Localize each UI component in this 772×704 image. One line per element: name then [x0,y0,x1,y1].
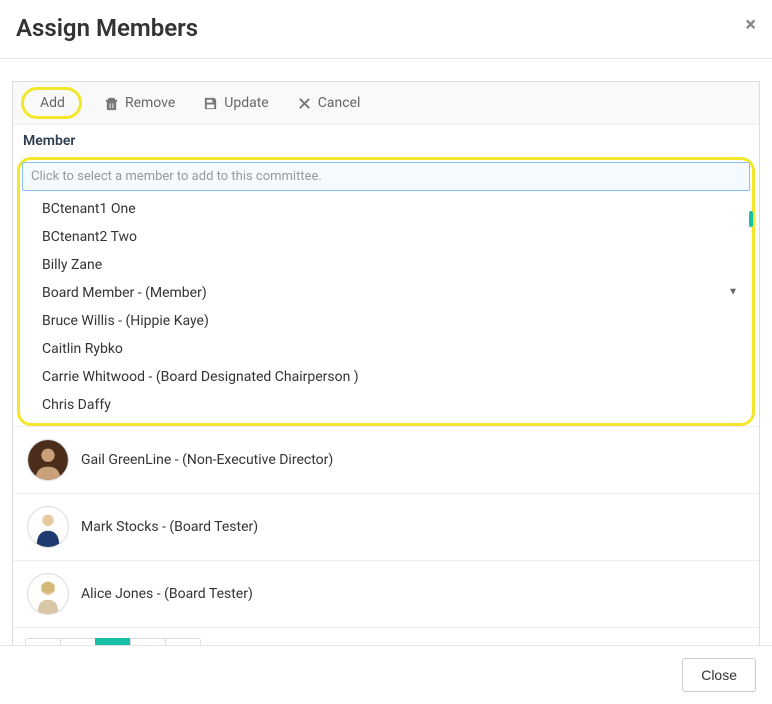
member-row[interactable]: Alice Jones - (Board Tester) [13,561,759,627]
page-title: Assign Members [16,14,756,42]
member-row[interactable]: Mark Stocks - (Board Tester) [13,494,759,561]
x-icon [297,96,312,111]
chevron-down-icon: ▼ [728,286,738,297]
add-label: Add [40,95,65,111]
remove-label: Remove [125,95,175,111]
member-dropdown: BCtenant1 One BCtenant2 Two Billy Zane B… [22,191,750,421]
save-icon [203,96,218,111]
dropdown-option[interactable]: BCtenant1 One [22,195,750,223]
update-button[interactable]: Update [203,95,268,111]
dropdown-option[interactable]: Carrie Whitwood - (Board Designated Chai… [22,363,750,391]
members-grid: Add Remove Update Cancel Member Click to… [12,81,760,685]
member-row[interactable]: Gail GreenLine - (Non-Executive Director… [13,427,759,494]
dropdown-option[interactable]: Board Member - (Member) [22,279,750,307]
scrollbar-thumb[interactable] [749,211,753,227]
close-button[interactable]: Close [682,658,756,692]
member-select[interactable]: Click to select a member to add to this … [17,157,755,426]
member-select-placeholder[interactable]: Click to select a member to add to this … [22,162,750,191]
remove-button[interactable]: Remove [104,95,175,111]
member-label: Gail GreenLine - (Non-Executive Director… [81,452,333,468]
close-icon[interactable]: × [745,12,756,36]
avatar [27,573,69,615]
cancel-label: Cancel [318,95,361,111]
dropdown-option[interactable]: Billy Zane [22,251,750,279]
dropdown-option[interactable]: Bruce Willis - (Hippie Kaye) [22,307,750,335]
column-header-member: Member [13,125,759,157]
grid-toolbar: Add Remove Update Cancel [13,82,759,125]
avatar [27,439,69,481]
dropdown-option[interactable]: Chris Daffy [22,391,750,419]
trash-icon [104,96,119,111]
member-label: Mark Stocks - (Board Tester) [81,519,258,535]
member-list: Gail GreenLine - (Non-Executive Director… [13,426,759,627]
avatar [27,506,69,548]
cancel-button[interactable]: Cancel [297,95,361,111]
dropdown-option[interactable]: Caitlin Rybko [22,335,750,363]
dropdown-option[interactable]: BCtenant2 Two [22,223,750,251]
modal-footer: Close [0,645,772,704]
member-label: Alice Jones - (Board Tester) [81,586,253,602]
update-label: Update [224,95,268,111]
add-button[interactable]: Add [21,87,82,119]
